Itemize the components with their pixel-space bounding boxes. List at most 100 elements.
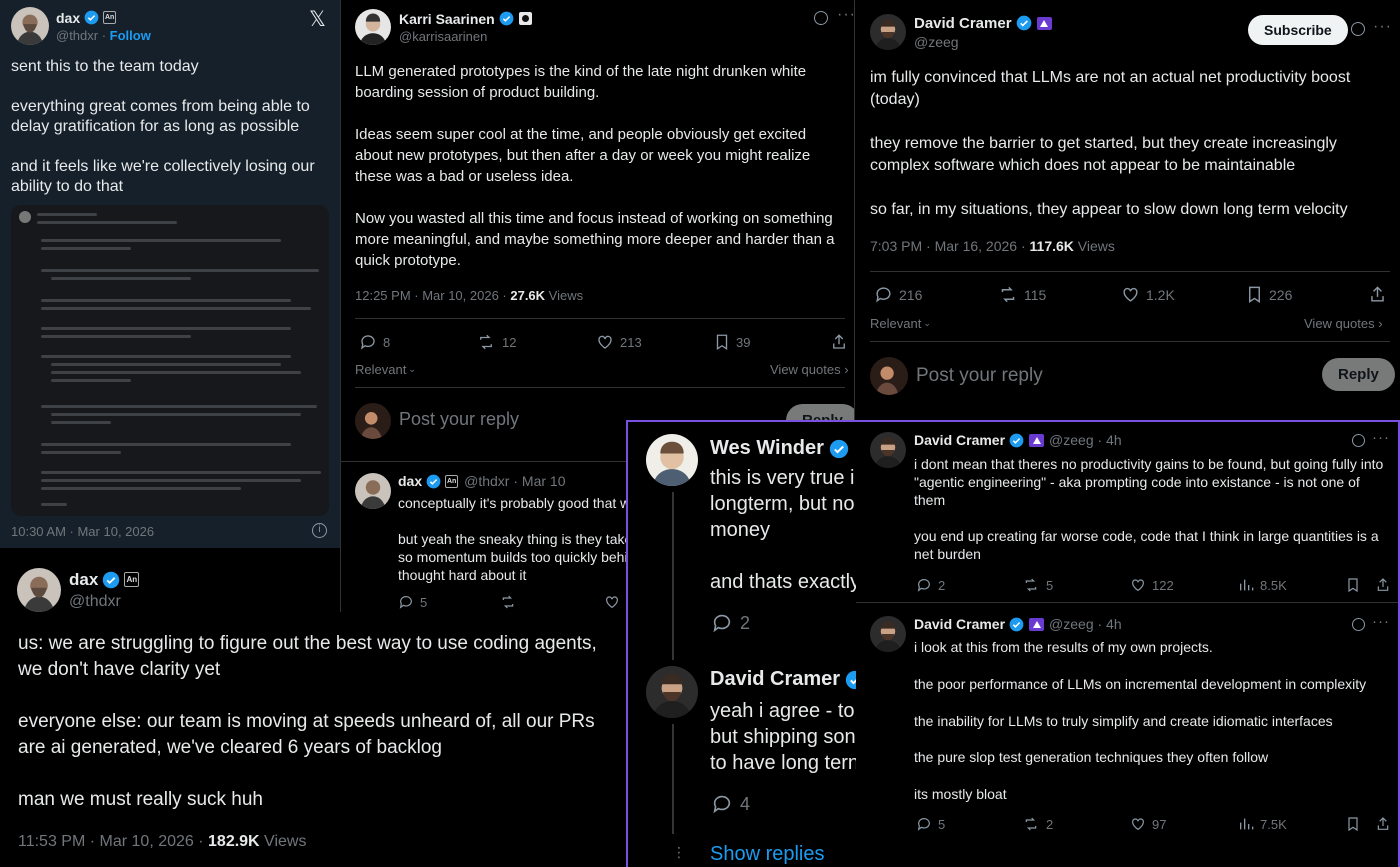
timestamp[interactable]: 10:30 AM · Mar 10, 2026 — [11, 524, 154, 539]
avatar[interactable] — [870, 616, 906, 652]
more-icon[interactable]: ··· — [1372, 613, 1390, 630]
tweet-panel-david-main: David Cramer @zeeg Subscribe ··· im full… — [855, 0, 1400, 420]
reply-action[interactable]: 216 — [874, 285, 922, 304]
bookmark-count: 226 — [1269, 286, 1293, 303]
views-action[interactable]: 7.5K — [1238, 816, 1287, 832]
grok-icon[interactable] — [1349, 615, 1368, 634]
more-icon[interactable]: ··· — [1372, 429, 1390, 446]
reply-action[interactable]: 4 — [710, 793, 750, 815]
avatar[interactable] — [11, 7, 49, 45]
linear-logo-icon — [518, 12, 532, 25]
subscribe-button[interactable]: Subscribe — [1248, 15, 1348, 45]
avatar[interactable] — [870, 432, 906, 468]
reply-action[interactable]: 5 — [916, 816, 945, 832]
author-name[interactable]: dax — [56, 10, 80, 26]
author-name[interactable]: David Cramer — [914, 15, 1012, 32]
sort-dropdown[interactable]: Relevant ⌄ — [355, 362, 416, 377]
author-handle[interactable]: @thdxr — [69, 593, 139, 611]
repost-action[interactable]: 2 — [1022, 816, 1053, 832]
tweet-text: im fully convinced that LLMs are not an … — [870, 69, 1351, 218]
verified-icon — [102, 571, 120, 589]
author-name[interactable]: David Cramer — [710, 668, 840, 691]
author-handle[interactable]: @karrisaarinen — [399, 29, 532, 44]
like-action[interactable]: 122 — [1130, 577, 1174, 593]
author-handle[interactable]: @zeeg — [914, 34, 1052, 50]
bookmark-icon[interactable] — [1346, 577, 1360, 593]
affiliate-badge: An — [124, 572, 140, 587]
grok-icon[interactable] — [1348, 19, 1368, 39]
avatar[interactable] — [646, 666, 698, 718]
tweet-time[interactable]: 7:03 PM · Mar 16, 2026 · — [870, 238, 1030, 254]
more-icon[interactable]: ··· — [1373, 18, 1392, 36]
more-icon[interactable]: ··· — [837, 6, 854, 24]
show-replies-link[interactable]: Show replies — [710, 843, 825, 866]
repost-action[interactable]: 115 — [998, 285, 1046, 304]
author-name[interactable]: David Cramer — [914, 616, 1005, 632]
tweet-text: sent this to the team today everything g… — [11, 58, 315, 195]
repost-action[interactable]: 12 — [476, 333, 516, 351]
author-handle[interactable]: @thdxr — [56, 28, 98, 43]
reply-icon — [359, 333, 377, 351]
sentry-logo-icon — [1036, 16, 1052, 30]
reply-action[interactable]: 2 — [916, 577, 945, 593]
repost-icon[interactable] — [499, 594, 517, 610]
share-icon[interactable] — [1376, 816, 1390, 832]
reply-input[interactable]: Post your reply — [916, 365, 1043, 387]
author-name[interactable]: dax — [69, 570, 98, 590]
bookmark-action[interactable]: 39 — [714, 333, 750, 351]
author-name[interactable]: Wes Winder — [710, 437, 824, 460]
bookmark-icon[interactable] — [1346, 816, 1360, 832]
grok-icon[interactable] — [811, 8, 831, 28]
tweet-time[interactable]: 11:53 PM · Mar 10, 2026 · — [18, 833, 208, 850]
like-action[interactable]: 97 — [1130, 816, 1166, 832]
tweet-time[interactable]: 12:25 PM · Mar 10, 2026 · — [355, 288, 510, 303]
heart-icon[interactable] — [604, 594, 620, 610]
reply-action[interactable]: 2 — [710, 612, 750, 634]
sort-dropdown[interactable]: Relevant ⌄ — [870, 316, 931, 331]
share-icon[interactable] — [1369, 285, 1386, 304]
avatar[interactable] — [17, 568, 61, 612]
heart-icon — [1130, 816, 1146, 832]
bookmark-icon — [714, 333, 730, 351]
repost-action[interactable]: 5 — [1022, 577, 1053, 593]
info-icon[interactable]: i — [312, 523, 327, 538]
verified-icon — [1009, 433, 1024, 448]
repost-icon — [998, 285, 1018, 304]
attached-image[interactable] — [11, 205, 329, 516]
follow-link[interactable]: Follow — [110, 28, 151, 43]
author-name[interactable]: Karri Saarinen — [399, 11, 495, 27]
view-quotes-link[interactable]: View quotes › — [770, 362, 849, 377]
reply-action[interactable]: 5 — [398, 594, 427, 610]
reply-text: yeah i agree - to but shipping son to ha… — [710, 700, 859, 774]
share-icon[interactable] — [831, 333, 847, 351]
share-icon[interactable] — [1376, 577, 1390, 593]
reply-action[interactable]: 8 — [359, 333, 390, 351]
repost-count: 115 — [1024, 286, 1047, 303]
verified-icon — [426, 474, 441, 489]
x-logo-icon[interactable]: 𝕏 — [309, 7, 326, 32]
reply-text: this is very true i longterm, but no mon… — [710, 467, 861, 593]
reply-button[interactable]: Reply — [1322, 358, 1395, 391]
reply-input[interactable]: Post your reply — [399, 409, 519, 430]
reply-icon — [710, 612, 734, 634]
reply-meta: @zeeg · 4h — [1049, 616, 1122, 632]
repost-count: 12 — [502, 334, 517, 350]
bookmark-action[interactable]: 226 — [1246, 285, 1292, 304]
view-count: 182.9K — [208, 833, 260, 850]
author-name[interactable]: dax — [398, 473, 422, 489]
grok-icon[interactable] — [1349, 431, 1368, 450]
reply-icon — [710, 793, 734, 815]
avatar[interactable] — [355, 9, 391, 45]
avatar[interactable] — [355, 473, 391, 509]
verified-icon — [829, 439, 849, 459]
reply-thread-panel: Wes Winder this is very true i longterm,… — [626, 420, 1400, 867]
reply-list: David Cramer @zeeg · 4h ··· i dont mean … — [856, 422, 1398, 867]
views-action[interactable]: 8.5K — [1238, 577, 1287, 593]
avatar[interactable] — [870, 14, 906, 50]
avatar[interactable] — [646, 434, 698, 486]
like-action[interactable]: 213 — [596, 333, 642, 351]
tweet-panel-dax-top: dax An @thdxr · Follow 𝕏 sent this to th… — [0, 0, 340, 548]
author-name[interactable]: David Cramer — [914, 432, 1005, 448]
like-action[interactable]: 1.2K — [1121, 285, 1175, 304]
view-quotes-link[interactable]: View quotes › — [1304, 316, 1383, 331]
